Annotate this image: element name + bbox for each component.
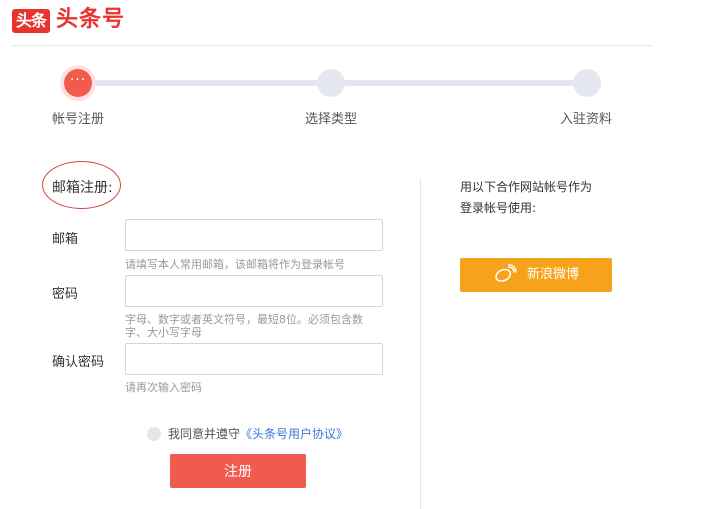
logo-badge: 头条 [12, 9, 50, 33]
password-label: 密码 [52, 287, 79, 302]
step-label-register: 帐号注册 [52, 112, 105, 127]
agree-text: 我同意并遵守《头条号用户协议》 [168, 427, 348, 442]
step-dot-select-type [317, 69, 345, 97]
register-button[interactable]: 注册 [170, 454, 306, 488]
partner-text-line1: 用以下合作网站帐号作为 [460, 180, 593, 194]
agree-checkbox[interactable] [147, 427, 161, 441]
partner-text-line2: 登录帐号使用: [460, 201, 537, 215]
partner-login-text: 用以下合作网站帐号作为 登录帐号使用: [460, 177, 630, 219]
weibo-login-button[interactable]: 新浪微博 [460, 258, 612, 292]
header-divider [12, 45, 653, 46]
user-agreement-link[interactable]: 《头条号用户协议》 [240, 427, 348, 441]
email-field[interactable] [125, 219, 383, 251]
step-dot-register: ··· [64, 69, 92, 97]
password-field[interactable] [125, 275, 383, 307]
email-label: 邮箱 [52, 232, 79, 247]
password-hint-line2: 字、大小写字母 [125, 326, 202, 339]
step-label-select-type: 选择类型 [305, 112, 358, 127]
password-hint-line1: 字母、数字或者英文符号，最短8位。必须包含数 [125, 313, 363, 326]
logo-text[interactable]: 头条号 [56, 6, 125, 34]
confirm-password-label: 确认密码 [52, 355, 105, 370]
confirm-password-hint: 请再次输入密码 [125, 381, 202, 394]
section-title: 邮箱注册: [52, 180, 113, 196]
agree-label: 我同意并遵守 [168, 427, 241, 441]
column-divider [420, 178, 421, 509]
weibo-icon [495, 264, 517, 282]
email-hint: 请填写本人常用邮箱，该邮箱将作为登录帐号 [125, 258, 345, 271]
weibo-login-label: 新浪微博 [527, 267, 580, 282]
step-label-profile: 入驻资料 [560, 112, 613, 127]
step-dot-profile [573, 69, 601, 97]
confirm-password-field[interactable] [125, 343, 383, 375]
